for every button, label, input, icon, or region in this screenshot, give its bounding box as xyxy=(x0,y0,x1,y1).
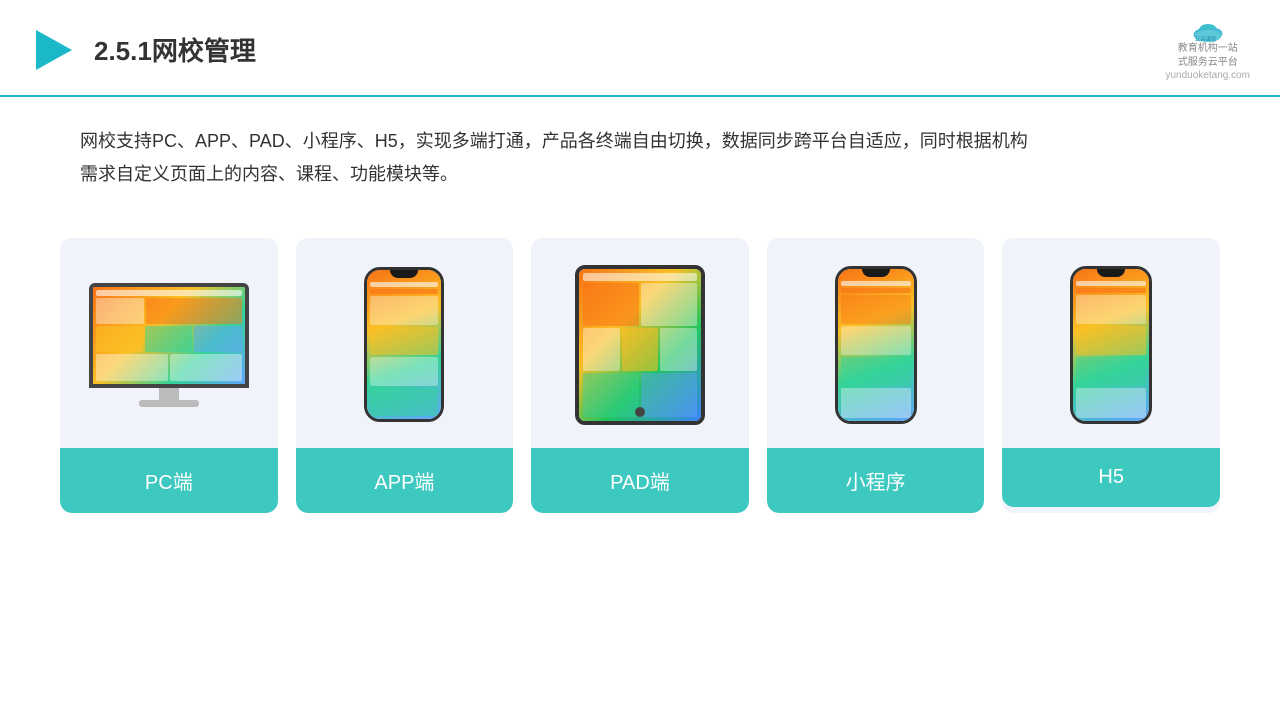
monitor-body xyxy=(89,283,249,388)
cloud-icon: 云朵课堂 xyxy=(1190,18,1226,42)
logo-domain: yunduoketang.com xyxy=(1165,70,1250,81)
card-app-label: APP端 xyxy=(296,448,514,513)
header-left: 2.5.1网校管理 xyxy=(30,26,256,74)
phone-screen-h5 xyxy=(1073,269,1149,421)
mock-phone-app xyxy=(364,267,444,422)
card-app-image xyxy=(296,238,514,448)
monitor-neck xyxy=(159,388,179,400)
card-miniprogram: 小程序 xyxy=(767,238,985,513)
phone-notch-mini xyxy=(862,269,890,277)
phone-notch-h5 xyxy=(1097,269,1125,277)
logo-tagline: 教育机构一站 式服务云平台 xyxy=(1178,42,1238,70)
mock-phone-h5 xyxy=(1070,266,1152,424)
mock-tablet xyxy=(575,265,705,425)
cards-container: PC端 APP端 xyxy=(0,218,1280,533)
logo-area: 云朵课堂 教育机构一站 式服务云平台 yunduoketang.com xyxy=(1165,18,1250,81)
card-miniprogram-image xyxy=(767,238,985,448)
card-h5-label: H5 xyxy=(1002,448,1220,507)
description-area: 网校支持PC、APP、PAD、小程序、H5，实现多端打通，产品各终端自由切换，数… xyxy=(0,97,1280,208)
card-pc: PC端 xyxy=(60,238,278,513)
tablet-screen xyxy=(579,269,701,421)
phone-screen xyxy=(367,270,441,419)
tablet-home-button xyxy=(635,407,645,417)
card-pad-image xyxy=(531,238,749,448)
card-pc-label: PC端 xyxy=(60,448,278,513)
description-line2: 需求自定义页面上的内容、课程、功能模块等。 xyxy=(80,158,1200,191)
monitor-screen xyxy=(93,287,245,384)
mock-phone-mini xyxy=(835,266,917,424)
header: 2.5.1网校管理 云朵课堂 教育机构一站 式服务云平台 yunduoketan… xyxy=(0,0,1280,97)
card-miniprogram-label: 小程序 xyxy=(767,448,985,513)
card-h5-image xyxy=(1002,238,1220,448)
play-icon xyxy=(30,26,78,74)
mock-pc xyxy=(89,283,249,407)
phone-notch xyxy=(390,270,418,278)
logo-cloud: 云朵课堂 xyxy=(1190,18,1226,42)
card-pad: PAD端 xyxy=(531,238,749,513)
phone-screen-mini xyxy=(838,269,914,421)
description-line1: 网校支持PC、APP、PAD、小程序、H5，实现多端打通，产品各终端自由切换，数… xyxy=(80,125,1200,158)
card-app: APP端 xyxy=(296,238,514,513)
page-title: 2.5.1网校管理 xyxy=(94,31,256,68)
card-pad-label: PAD端 xyxy=(531,448,749,513)
monitor-base xyxy=(139,400,199,407)
card-pc-image xyxy=(60,238,278,448)
card-h5: H5 xyxy=(1002,238,1220,513)
